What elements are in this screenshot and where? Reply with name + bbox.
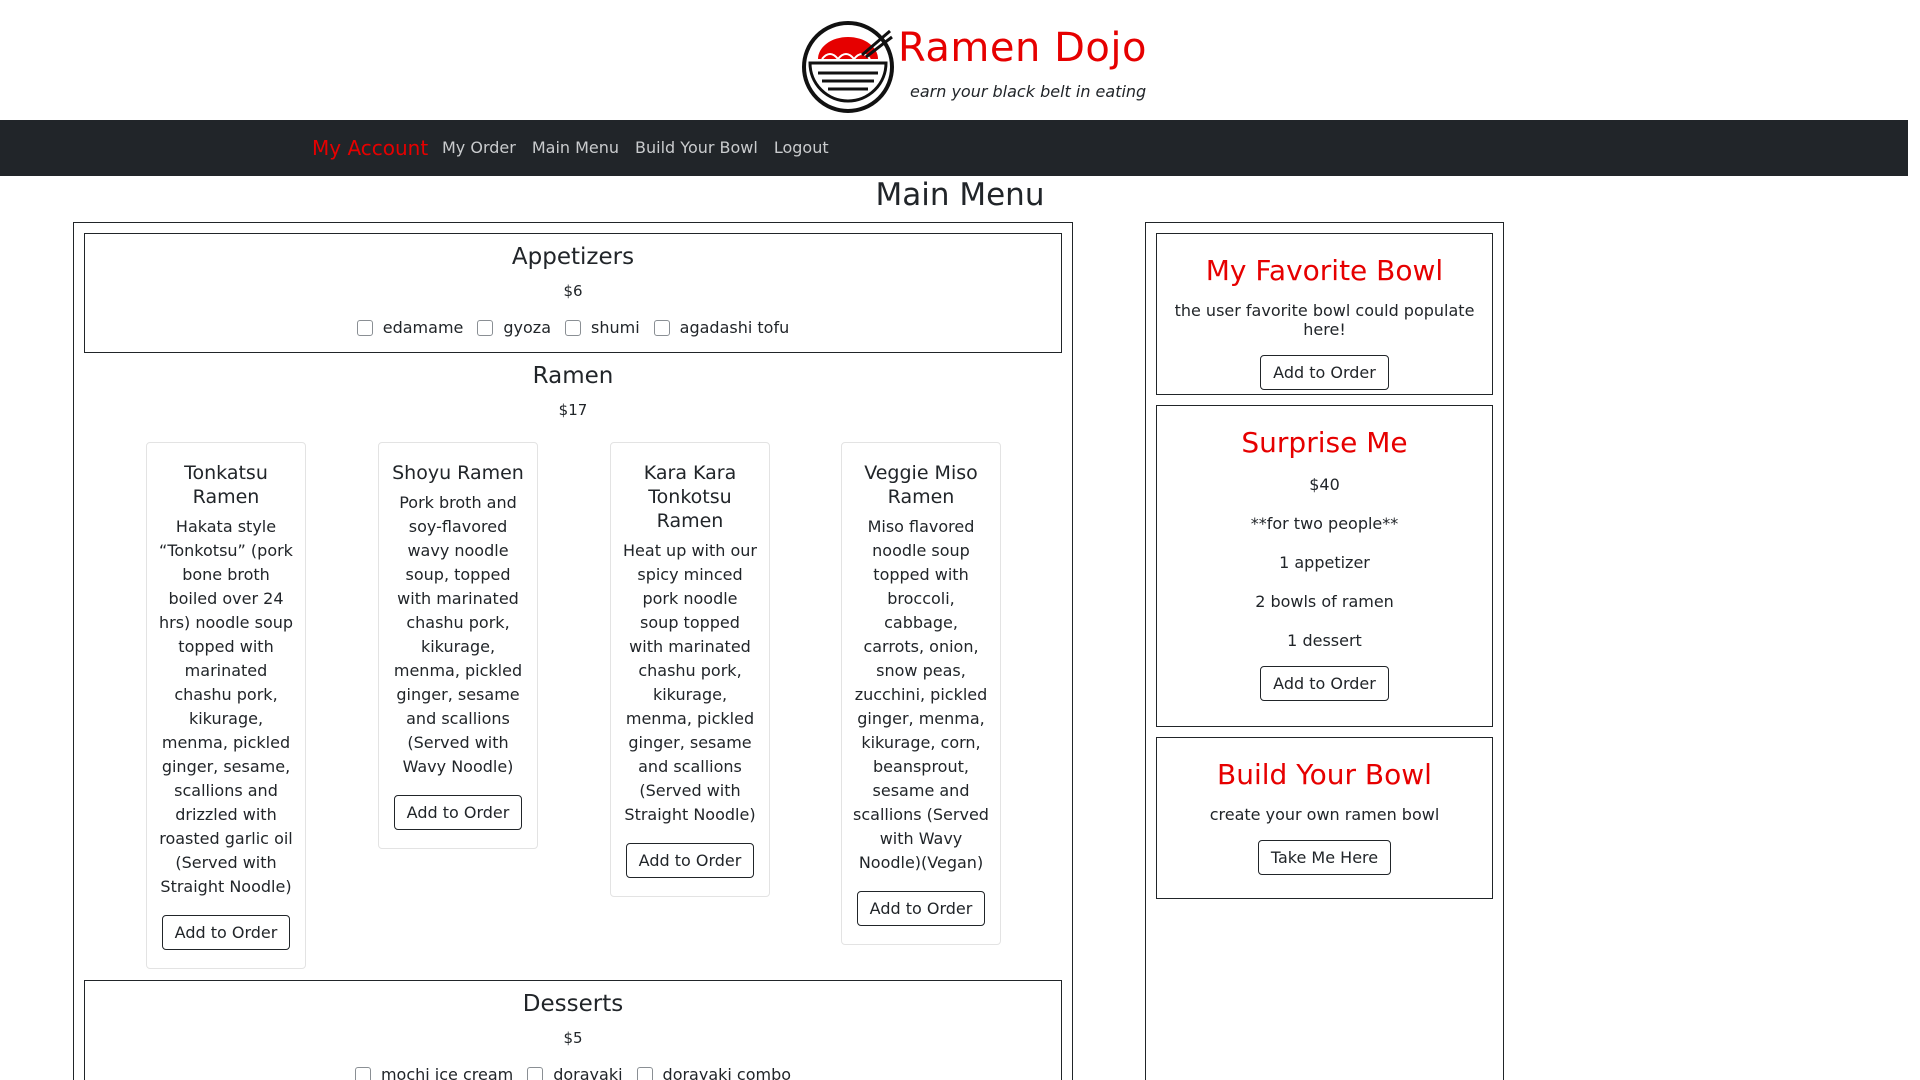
ramen-card-title: Kara Kara Tonkotsu Ramen	[643, 462, 737, 532]
take-me-here-button[interactable]: Take Me Here	[1257, 840, 1392, 875]
ramen-card-title: Veggie Miso Ramen	[864, 462, 978, 508]
ramen-card-description: Heat up with our spicy minced pork noodl…	[623, 541, 757, 824]
surprise-detail: **for two people**	[1250, 514, 1399, 533]
brand-title[interactable]: Ramen Dojo	[898, 25, 1147, 71]
ramen-card-description: Pork broth and soy-flavored wavy noodle …	[393, 493, 523, 776]
appetizer-option-agadashi-tofu[interactable]: agadashi tofu	[653, 318, 790, 337]
option-label: mochi ice cream	[380, 1065, 514, 1080]
checkbox[interactable]	[477, 319, 494, 336]
nav-links: My Order Main Menu Build Your Bowl Logou…	[442, 138, 845, 157]
option-label: shumi	[591, 318, 640, 337]
add-to-order-button[interactable]: Add to Order	[161, 915, 291, 950]
side-column: My Favorite Bowl the user favorite bowl …	[1145, 222, 1504, 1080]
ramen-card-title: Tonkatsu Ramen	[184, 462, 268, 508]
option-label: dorayaki	[553, 1065, 623, 1080]
add-to-order-button[interactable]: Add to Order	[856, 891, 986, 926]
ramen-card-veggie-miso: Veggie Miso Ramen Miso flavored noodle s…	[841, 442, 1001, 945]
appetizers-price: $6	[563, 282, 583, 300]
nav-main-menu[interactable]: Main Menu	[532, 138, 619, 157]
ramen-card-title: Shoyu Ramen	[392, 462, 524, 484]
surprise-me-title: Surprise Me	[1241, 426, 1408, 459]
appetizers-section: Appetizers $6 edamame gyoza shumi agadas…	[84, 233, 1062, 353]
appetizers-title: Appetizers	[511, 244, 635, 270]
add-to-order-button[interactable]: Add to Order	[1260, 666, 1389, 701]
desserts-section: Desserts $5 mochi ice cream dorayaki dor…	[84, 980, 1062, 1080]
favorite-bowl-panel: My Favorite Bowl the user favorite bowl …	[1156, 233, 1493, 395]
ramen-card-description: Hakata style “Tonkotsu” (pork bone broth…	[158, 517, 294, 896]
add-to-order-button[interactable]: Add to Order	[393, 795, 523, 830]
appetizer-option-shumi[interactable]: shumi	[565, 318, 640, 337]
ramen-title: Ramen	[532, 363, 614, 389]
brand-tagline: earn your black belt in eating	[910, 82, 1147, 101]
ramen-bowl-logo-icon	[802, 21, 894, 113]
nav-my-account[interactable]: My Account	[312, 136, 428, 160]
favorite-bowl-title: My Favorite Bowl	[1205, 254, 1444, 287]
checkbox[interactable]	[354, 1066, 371, 1080]
surprise-me-panel: Surprise Me $40 **for two people** 1 app…	[1156, 405, 1493, 727]
surprise-detail: 2 bowls of ramen	[1255, 592, 1394, 611]
ramen-section-header: Ramen $17	[84, 363, 1062, 419]
appetizers-options: edamame gyoza shumi agadashi tofu	[85, 318, 1061, 337]
main-menu-container: Appetizers $6 edamame gyoza shumi agadas…	[73, 222, 1073, 1080]
build-your-bowl-title: Build Your Bowl	[1217, 758, 1432, 791]
build-your-bowl-text: create your own ramen bowl	[1209, 805, 1440, 824]
checkbox[interactable]	[636, 1066, 653, 1080]
nav-build-your-bowl[interactable]: Build Your Bowl	[635, 138, 758, 157]
ramen-card-description: Miso flavored noodle soup topped with br…	[853, 517, 989, 872]
top-navbar: My Account My Order Main Menu Build Your…	[0, 120, 1908, 176]
add-to-order-button[interactable]: Add to Order	[1260, 355, 1389, 390]
ramen-card-kara-kara: Kara Kara Tonkotsu Ramen Heat up with ou…	[610, 442, 770, 897]
surprise-detail: 1 dessert	[1287, 631, 1362, 650]
option-label: gyoza	[503, 318, 551, 337]
appetizer-option-gyoza[interactable]: gyoza	[477, 318, 551, 337]
page-title: Main Menu	[875, 177, 1045, 213]
nav-my-order[interactable]: My Order	[442, 138, 516, 157]
checkbox[interactable]	[527, 1066, 544, 1080]
dessert-option-mochi[interactable]: mochi ice cream	[354, 1065, 514, 1080]
appetizer-option-edamame[interactable]: edamame	[356, 318, 464, 337]
checkbox[interactable]	[653, 319, 670, 336]
add-to-order-button[interactable]: Add to Order	[625, 843, 755, 878]
checkbox[interactable]	[565, 319, 581, 336]
ramen-card-shoyu: Shoyu Ramen Pork broth and soy-flavored …	[378, 442, 538, 849]
option-label: dorayaki combo	[662, 1065, 792, 1080]
option-label: edamame	[382, 318, 464, 337]
desserts-options: mochi ice cream dorayaki dorayaki combo	[85, 1065, 1061, 1080]
dessert-option-dorayaki[interactable]: dorayaki	[527, 1065, 623, 1080]
desserts-price: $5	[563, 1029, 583, 1047]
ramen-card-tonkatsu: Tonkatsu Ramen Hakata style “Tonkotsu” (…	[146, 442, 306, 969]
dessert-option-dorayaki-combo[interactable]: dorayaki combo	[636, 1065, 792, 1080]
favorite-bowl-text: the user favorite bowl could populate he…	[1174, 301, 1475, 339]
surprise-detail: 1 appetizer	[1279, 553, 1370, 572]
ramen-price: $17	[558, 401, 588, 419]
brand-header: Ramen Dojo earn your black belt in eatin…	[800, 15, 1146, 113]
nav-logout[interactable]: Logout	[774, 138, 829, 157]
option-label: agadashi tofu	[679, 318, 790, 337]
checkbox[interactable]	[356, 319, 373, 336]
desserts-title: Desserts	[522, 991, 624, 1017]
surprise-price: $40	[1309, 475, 1340, 494]
build-your-bowl-panel: Build Your Bowl create your own ramen bo…	[1156, 737, 1493, 899]
